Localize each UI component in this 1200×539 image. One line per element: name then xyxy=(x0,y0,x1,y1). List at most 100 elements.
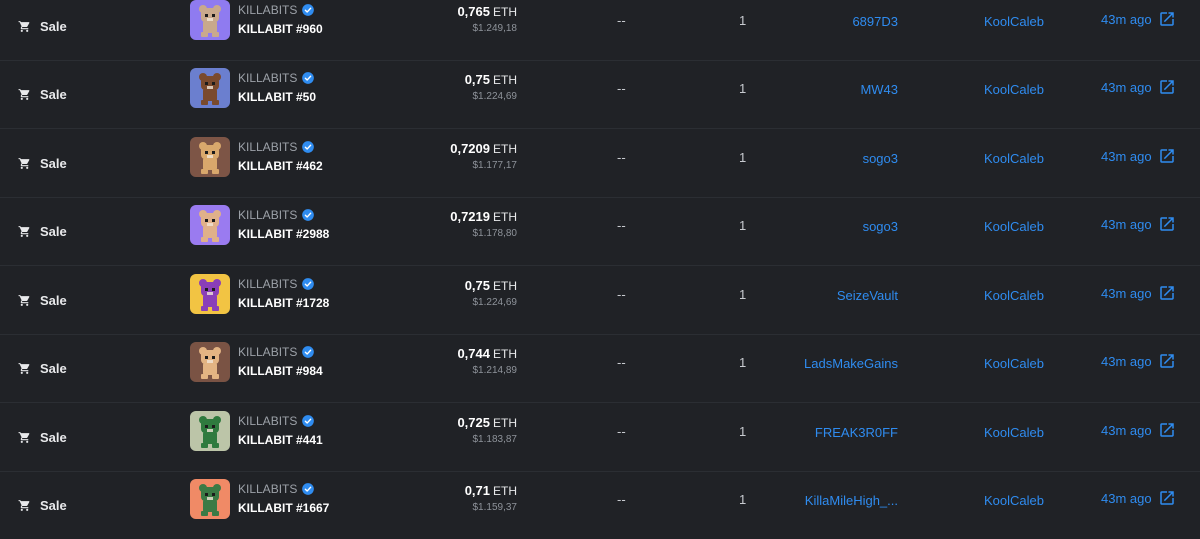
time-link[interactable]: 43m ago xyxy=(1101,149,1152,164)
verified-badge-icon xyxy=(302,483,315,495)
to-address: KoolCaleb xyxy=(984,81,1044,99)
bear-avatar-image xyxy=(190,205,230,245)
collection-name[interactable]: KILLABITS xyxy=(238,482,315,496)
time-cell[interactable]: 43m ago xyxy=(1101,78,1176,96)
from-address: sogo3 xyxy=(863,150,898,168)
item-name-link[interactable]: KILLABIT #1728 xyxy=(238,296,329,310)
shopping-cart-icon xyxy=(18,362,30,374)
item-name-link[interactable]: KILLABIT #462 xyxy=(238,159,323,173)
from-link[interactable]: 6897D3 xyxy=(852,14,898,29)
collection-name[interactable]: KILLABITS xyxy=(238,277,315,291)
from-link[interactable]: sogo3 xyxy=(863,219,898,234)
verified-badge-icon xyxy=(302,278,315,290)
from-address: FREAK3R0FF xyxy=(815,424,898,442)
unit-price: -- xyxy=(617,150,626,165)
event-label: Sale xyxy=(40,223,67,239)
bear-avatar-image xyxy=(190,0,230,40)
item-name-link[interactable]: KILLABIT #984 xyxy=(238,364,323,378)
to-link[interactable]: KoolCaleb xyxy=(984,493,1044,508)
to-link[interactable]: KoolCaleb xyxy=(984,356,1044,371)
collection-label: KILLABITS xyxy=(238,3,298,17)
nft-thumbnail[interactable] xyxy=(190,205,230,245)
time-cell[interactable]: 43m ago xyxy=(1101,421,1176,439)
nft-thumbnail[interactable] xyxy=(190,0,230,40)
item-name-link[interactable]: KILLABIT #960 xyxy=(238,22,323,36)
time-link[interactable]: 43m ago xyxy=(1101,423,1152,438)
item-name-link[interactable]: KILLABIT #2988 xyxy=(238,227,329,241)
nft-thumbnail[interactable] xyxy=(190,137,230,177)
shopping-cart-icon xyxy=(18,20,30,32)
to-link[interactable]: KoolCaleb xyxy=(984,14,1044,29)
bear-avatar-image xyxy=(190,479,230,519)
time-cell[interactable]: 43m ago xyxy=(1101,284,1176,302)
verified-badge-icon xyxy=(302,72,315,84)
item-name-link[interactable]: KILLABIT #1667 xyxy=(238,501,329,515)
price-eth: 0,744 ETH xyxy=(457,346,517,362)
price-eth-value: 0,75 xyxy=(464,278,490,293)
from-link[interactable]: LadsMakeGains xyxy=(804,356,898,371)
from-link[interactable]: KillaMileHigh_... xyxy=(805,493,898,508)
from-link[interactable]: FREAK3R0FF xyxy=(815,425,898,440)
price-currency: ETH xyxy=(493,416,517,430)
time-cell[interactable]: 43m ago xyxy=(1101,147,1176,165)
external-link-icon[interactable] xyxy=(1158,284,1176,302)
from-link[interactable]: sogo3 xyxy=(863,151,898,166)
item-name-link[interactable]: KILLABIT #50 xyxy=(238,90,316,104)
collection-name[interactable]: KILLABITS xyxy=(238,71,315,85)
time-cell[interactable]: 43m ago xyxy=(1101,10,1176,28)
collection-name[interactable]: KILLABITS xyxy=(238,3,315,17)
time-link[interactable]: 43m ago xyxy=(1101,12,1152,27)
time-link[interactable]: 43m ago xyxy=(1101,217,1152,232)
collection-name[interactable]: KILLABITS xyxy=(238,208,315,222)
table-row: Sale KILLABITS xyxy=(0,130,1200,198)
from-link[interactable]: MW43 xyxy=(860,82,898,97)
external-link-icon[interactable] xyxy=(1158,489,1176,507)
price-eth: 0,7219 ETH xyxy=(450,209,517,225)
nft-thumbnail[interactable] xyxy=(190,68,230,108)
quantity: 1 xyxy=(739,81,747,96)
item-name-link[interactable]: KILLABIT #441 xyxy=(238,433,323,447)
collection-name[interactable]: KILLABITS xyxy=(238,140,315,154)
to-link[interactable]: KoolCaleb xyxy=(984,425,1044,440)
time-cell[interactable]: 43m ago xyxy=(1101,489,1176,507)
nft-thumbnail[interactable] xyxy=(190,342,230,382)
unit-price: -- xyxy=(617,355,626,370)
from-address: SeizeVault xyxy=(837,287,898,305)
time-cell[interactable]: 43m ago xyxy=(1101,215,1176,233)
time-link[interactable]: 43m ago xyxy=(1101,80,1152,95)
to-link[interactable]: KoolCaleb xyxy=(984,219,1044,234)
to-link[interactable]: KoolCaleb xyxy=(984,151,1044,166)
unit-price: -- xyxy=(617,81,626,96)
external-link-icon[interactable] xyxy=(1158,421,1176,439)
nft-thumbnail[interactable] xyxy=(190,274,230,314)
external-link-icon[interactable] xyxy=(1158,147,1176,165)
to-link[interactable]: KoolCaleb xyxy=(984,82,1044,97)
price-currency: ETH xyxy=(493,279,517,293)
quantity: 1 xyxy=(739,355,747,370)
price-currency: ETH xyxy=(493,210,517,224)
nft-thumbnail[interactable] xyxy=(190,479,230,519)
time-link[interactable]: 43m ago xyxy=(1101,354,1152,369)
price-eth-value: 0,7219 xyxy=(450,209,490,224)
from-link[interactable]: SeizeVault xyxy=(837,288,898,303)
to-address: KoolCaleb xyxy=(984,492,1044,510)
time-cell[interactable]: 43m ago xyxy=(1101,352,1176,370)
collection-name[interactable]: KILLABITS xyxy=(238,345,315,359)
event-label: Sale xyxy=(40,360,67,376)
activity-table: Sale KILLABITS KILLABIT #960 0,765 ETH $… xyxy=(0,0,1200,539)
price-currency: ETH xyxy=(493,73,517,87)
to-link[interactable]: KoolCaleb xyxy=(984,288,1044,303)
collection-name[interactable]: KILLABITS xyxy=(238,414,315,428)
collection-label: KILLABITS xyxy=(238,277,298,291)
nft-thumbnail[interactable] xyxy=(190,411,230,451)
table-row: Sale KILLABITS xyxy=(0,404,1200,472)
external-link-icon[interactable] xyxy=(1158,10,1176,28)
price-currency: ETH xyxy=(493,142,517,156)
external-link-icon[interactable] xyxy=(1158,352,1176,370)
time-link[interactable]: 43m ago xyxy=(1101,491,1152,506)
external-link-icon[interactable] xyxy=(1158,78,1176,96)
from-address: KillaMileHigh_... xyxy=(805,492,898,510)
bear-avatar-image xyxy=(190,411,230,451)
external-link-icon[interactable] xyxy=(1158,215,1176,233)
time-link[interactable]: 43m ago xyxy=(1101,286,1152,301)
